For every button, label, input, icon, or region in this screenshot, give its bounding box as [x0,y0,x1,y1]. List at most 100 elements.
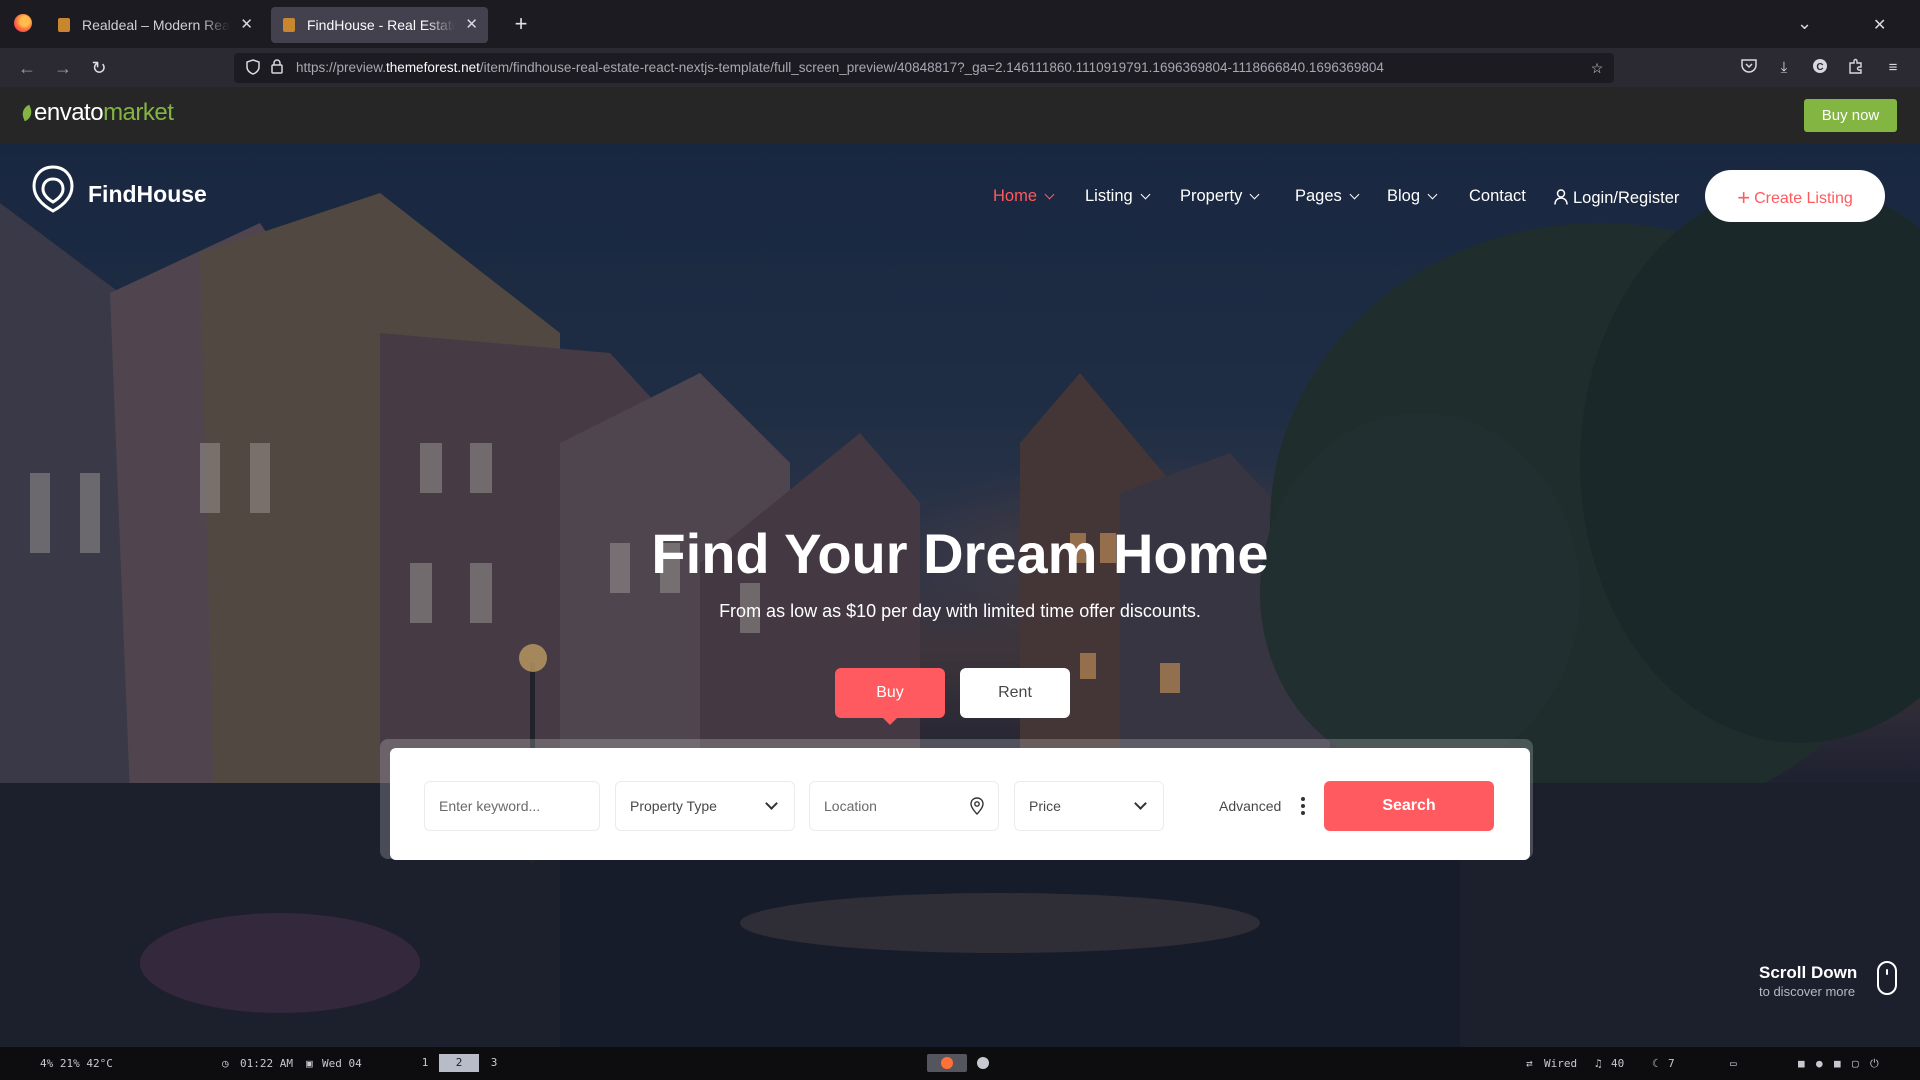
taskbar-app-icon[interactable] [977,1057,989,1069]
os-status-bar: 4% 21% 42°C ◷ 01:22 AM ▣ Wed 04 1 2 3 ⇄ … [0,1047,1920,1080]
account-icon[interactable]: C [1810,58,1830,78]
rent-tab[interactable]: Rent [960,668,1070,718]
chevron-down-icon [1134,797,1147,810]
keyword-field[interactable] [424,781,619,831]
logo-market: market [103,99,174,126]
display-icon[interactable]: ▭ [1730,1057,1737,1070]
brightness-level: 7 [1668,1057,1675,1070]
property-type-value: Property Type [630,798,717,814]
kebab-menu-icon[interactable] [1300,796,1306,816]
download-icon[interactable]: ⤓ [1774,58,1794,78]
scroll-title: Scroll Down [1759,963,1858,982]
tab-title: Realdeal – Modern Real Esta [82,17,230,33]
workspace-1[interactable]: 1 [414,1054,436,1072]
chevron-down-icon [1249,189,1260,200]
chevron-down-icon [1140,189,1151,200]
tray-icon[interactable]: ■ [1798,1057,1805,1070]
nav-label: Home [993,187,1038,205]
nav-listing[interactable]: Listing [1085,187,1151,206]
lock-icon[interactable] [268,59,286,77]
nav-label: Pages [1295,187,1342,205]
network-status: Wired [1544,1057,1578,1070]
clock-icon: ◷ [222,1057,229,1070]
browser-tab-bar: Realdeal – Modern Real Esta ✕ FindHouse … [0,0,1920,49]
workspace-2[interactable]: 2 [439,1054,479,1072]
property-search-form: Property Type Price Advanced Search [390,748,1530,860]
taskbar-firefox-icon[interactable] [927,1054,967,1072]
network-icon: ⇄ [1526,1057,1533,1070]
location-field[interactable] [809,781,999,831]
svg-text:C: C [1816,62,1823,73]
tab-list-chevron-icon[interactable]: ⌄ [1797,13,1812,34]
url-prefix: https://preview. [296,60,387,75]
url-text[interactable]: https://preview.themeforest.net/item/fin… [296,53,1384,83]
reload-icon[interactable]: ↻ [86,55,112,81]
nav-label: Contact [1469,187,1526,205]
keyword-input[interactable] [439,798,619,814]
screen: Realdeal – Modern Real Esta ✕ FindHouse … [0,0,1920,1080]
browser-tab-realdeal[interactable]: Realdeal – Modern Real Esta ✕ [46,7,263,43]
scroll-subtitle: to discover more [1759,984,1856,999]
calendar-icon: ▣ [306,1057,313,1070]
brightness-icon: ☾ [1652,1057,1659,1070]
site-favicon-icon [283,18,295,32]
site-brand-name[interactable]: FindHouse [88,181,207,208]
tray-icon[interactable]: ▢ [1852,1057,1859,1070]
hero-section: FindHouse Home Listing Property Pages Bl… [0,143,1920,1047]
clock-time: 01:22 AM [240,1057,293,1070]
findhouse-logo-icon[interactable] [32,165,74,213]
nav-contact[interactable]: Contact [1469,187,1526,206]
clock-date: Wed 04 [322,1057,362,1070]
hero-subtitle: From as low as $10 per day with limited … [719,601,1201,621]
new-tab-button[interactable]: + [507,10,535,38]
login-label: Login/Register [1573,189,1680,207]
login-register-link[interactable]: Login/Register [1554,187,1679,208]
nav-property[interactable]: Property [1180,187,1260,206]
envato-market-bar: envatomarket Buy now [0,87,1920,143]
buy-tab[interactable]: Buy [835,668,945,725]
extensions-puzzle-icon[interactable] [1846,58,1866,78]
bookmark-star-icon[interactable]: ☆ [1588,59,1606,77]
nav-blog[interactable]: Blog [1387,187,1438,206]
price-value: Price [1029,798,1061,814]
buy-now-button[interactable]: Buy now [1804,99,1897,132]
hero-overlay [0,143,1920,1047]
browser-tab-findhouse[interactable]: FindHouse - Real Estate Rea ✕ [271,7,488,43]
workspace-3[interactable]: 3 [483,1054,505,1072]
hamburger-menu-icon[interactable]: ≡ [1883,58,1903,78]
site-favicon-icon [58,18,70,32]
hero-title: Find Your Dream Home [651,522,1269,585]
nav-label: Blog [1387,187,1421,205]
forward-arrow-icon[interactable]: → [50,55,76,81]
url-bar[interactable]: https://preview.themeforest.net/item/fin… [234,53,1614,83]
nav-pages[interactable]: Pages [1295,187,1360,206]
scroll-down-hint[interactable]: Scroll Down to discover more [1759,963,1857,999]
close-window-icon[interactable]: ✕ [1873,15,1886,35]
location-input[interactable] [824,798,964,814]
firefox-logo-icon[interactable] [14,14,32,32]
tray-icon[interactable]: ● [1816,1057,1823,1070]
nav-label: Listing [1085,187,1133,205]
volume-level: 40 [1611,1057,1625,1070]
envato-market-logo[interactable]: envatomarket [19,99,174,127]
price-select[interactable]: Price [1014,781,1164,831]
shield-icon[interactable] [244,59,262,77]
close-tab-icon[interactable]: ✕ [240,7,253,43]
chevron-down-icon [765,797,778,810]
close-tab-icon[interactable]: ✕ [465,7,478,43]
power-icon[interactable]: ⏻ [1870,1057,1879,1071]
property-type-select[interactable]: Property Type [615,781,795,831]
chevron-down-icon [1349,189,1360,200]
advanced-search-toggle[interactable]: Advanced [1219,781,1281,831]
back-arrow-icon[interactable]: ← [14,55,40,81]
tray-icon[interactable]: ■ [1834,1057,1841,1070]
tab-title: FindHouse - Real Estate Rea [307,17,455,33]
url-domain: themeforest.net [386,60,480,75]
nav-label: Property [1180,187,1243,205]
pocket-icon[interactable] [1739,58,1759,78]
create-listing-button[interactable]: + Create Listing [1705,170,1885,222]
headphones-icon: ♫ [1595,1057,1602,1070]
url-path: /item/findhouse-real-estate-react-nextjs… [479,60,1384,75]
search-button[interactable]: Search [1324,781,1494,831]
nav-home[interactable]: Home [993,187,1055,206]
